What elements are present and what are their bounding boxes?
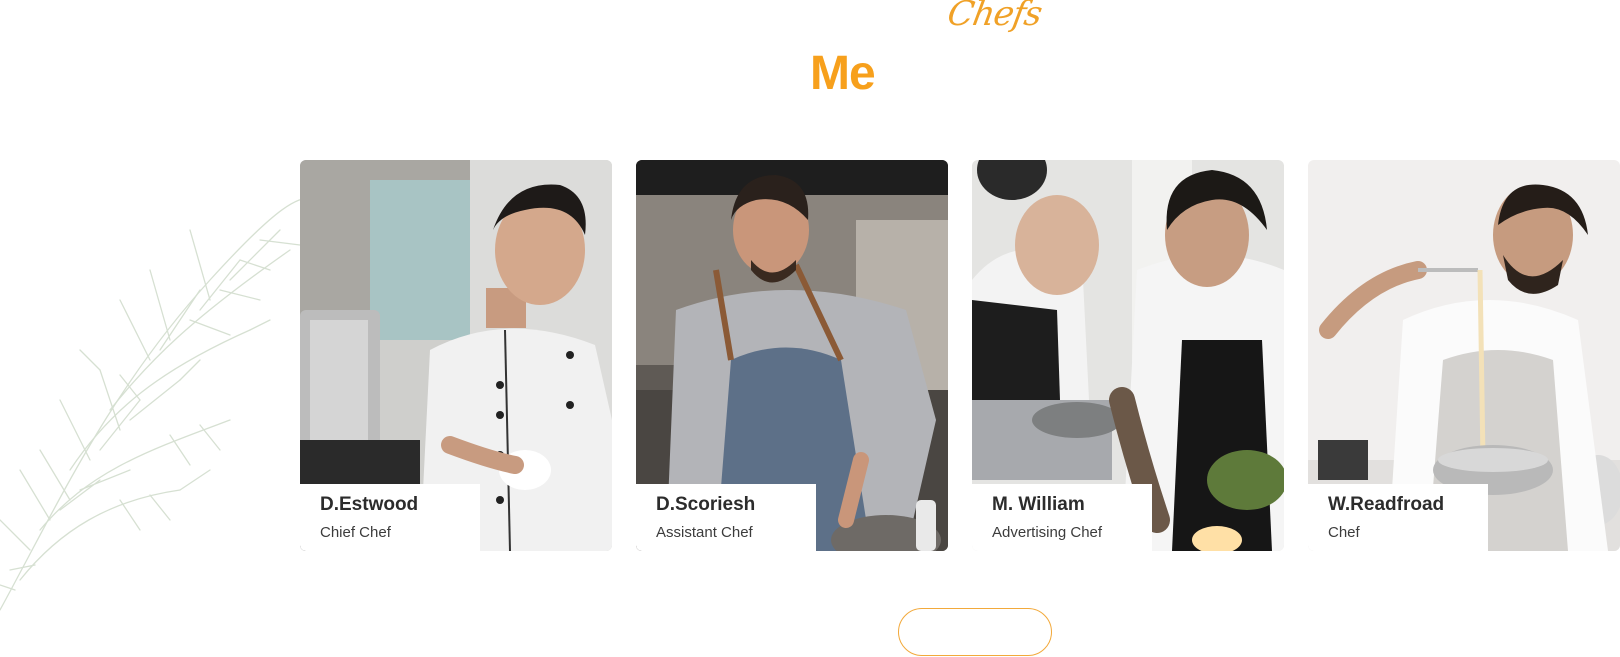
chef-card[interactable]: D.Estwood Chief Chef [300, 160, 612, 551]
chef-label: W.Readfroad Chef [1308, 484, 1488, 551]
view-all-chefs-button[interactable] [898, 608, 1052, 656]
chef-name: M. William [992, 494, 1085, 515]
chef-label: M. William Advertising Chef [972, 484, 1152, 551]
chef-card[interactable]: W.Readfroad Chef [1308, 160, 1620, 551]
chef-name: W.Readfroad [1328, 494, 1445, 515]
chef-name: D.Estwood [320, 494, 419, 515]
chef-name: D.Scoriesh [656, 494, 756, 515]
chef-role: Advertising Chef [992, 524, 1103, 541]
chef-role: Chief Chef [320, 524, 391, 541]
chef-card[interactable]: M. William Advertising Chef [972, 160, 1284, 551]
chef-cards-row: D.Estwood Chief Chef D.Scoriesh Assistan… [300, 160, 1620, 552]
chef-label: D.Scoriesh Assistant Chef [636, 484, 816, 551]
section-script-title: Chefs [944, 0, 1045, 34]
chef-label: D.Estwood Chief Chef [300, 484, 480, 551]
chef-role: Chef [1328, 524, 1360, 541]
section-title: Me [810, 47, 876, 100]
chef-role: Assistant Chef [656, 524, 753, 541]
chef-card[interactable]: D.Scoriesh Assistant Chef [636, 160, 948, 551]
dill-herb-decoration [0, 189, 330, 611]
chefs-section: Chefs Me D.Estwood Chief Chef D.Scoriesh… [0, 0, 1620, 657]
